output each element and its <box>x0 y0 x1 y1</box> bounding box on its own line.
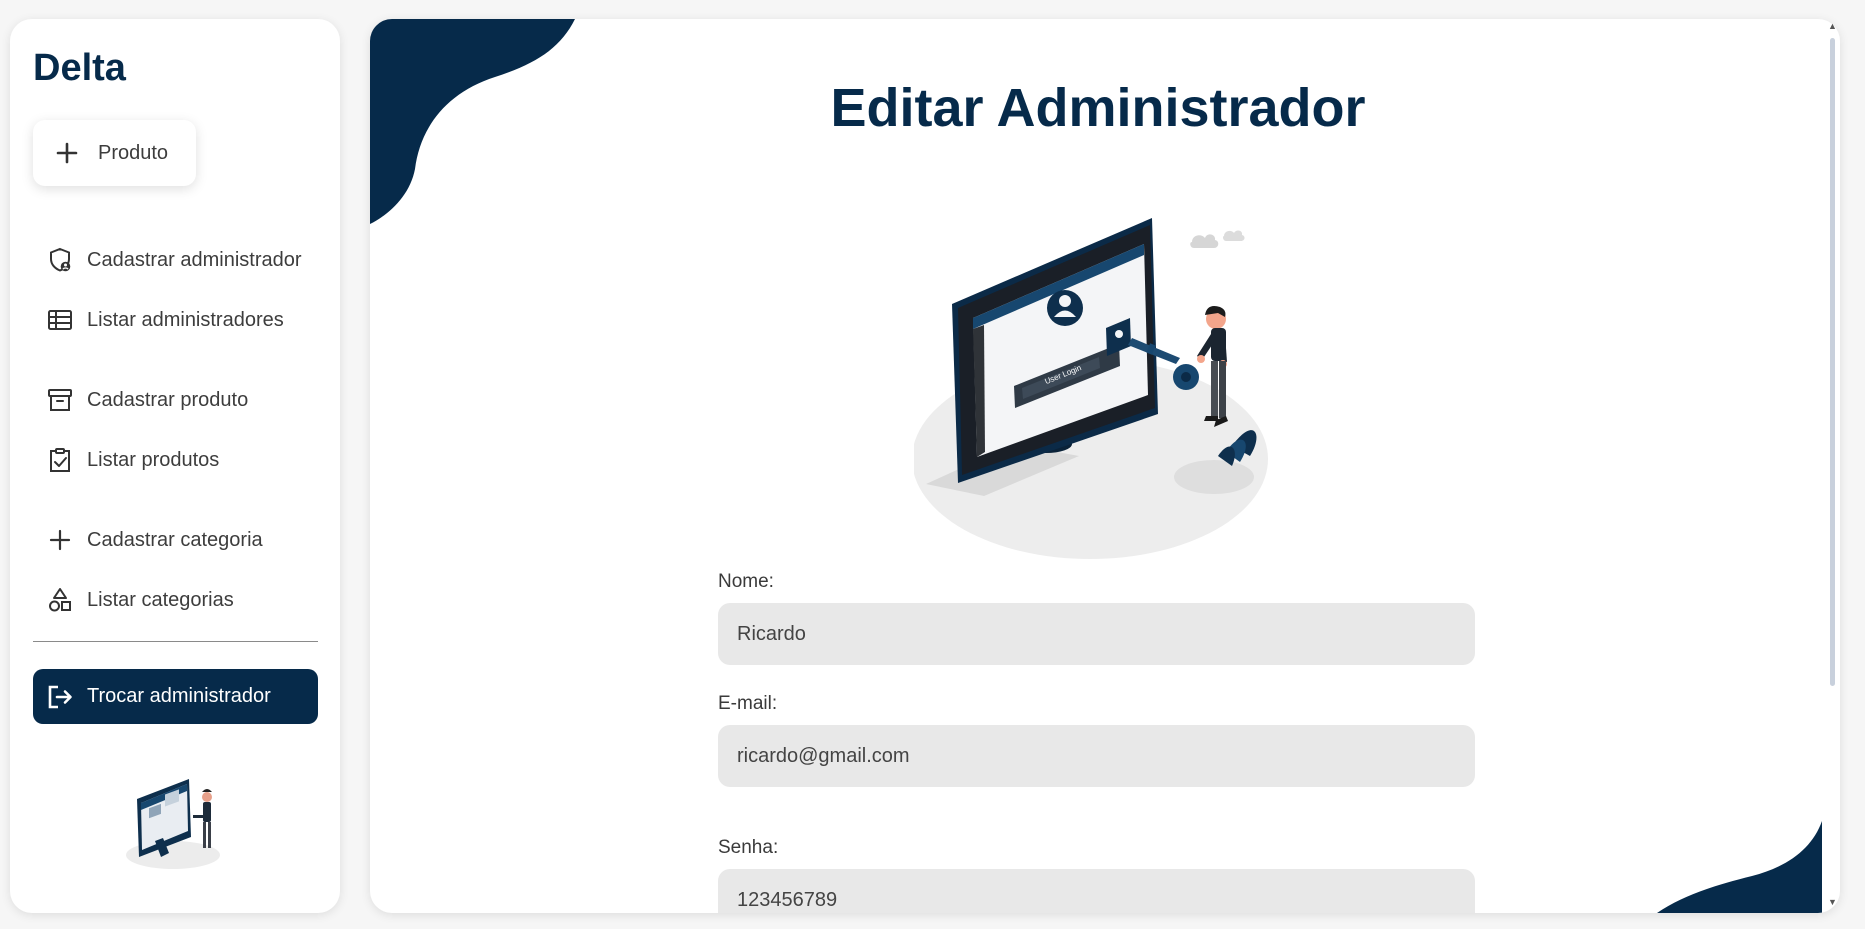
switch-admin-button[interactable]: Trocar administrador <box>33 669 318 724</box>
page-title: Editar Administrador <box>830 78 1366 138</box>
sidebar-item-listar-administradores[interactable]: Listar administradores <box>45 302 284 338</box>
name-field[interactable] <box>718 603 1475 665</box>
add-product-button[interactable]: Produto <box>33 120 196 186</box>
switch-admin-label: Trocar administrador <box>87 685 271 707</box>
name-label: Nome: <box>718 571 774 592</box>
scroll-down-icon[interactable]: ▼ <box>1828 897 1837 907</box>
brand-title: Delta <box>33 47 126 89</box>
scroll-up-icon[interactable]: ▲ <box>1828 21 1837 31</box>
sidebar-item-cadastrar-administrador[interactable]: Cadastrar administrador <box>45 242 302 278</box>
sidebar-item-listar-categorias[interactable]: Listar categorias <box>45 582 234 618</box>
archive-box-icon <box>45 385 75 415</box>
sidebar-item-label: Cadastrar produto <box>87 388 249 411</box>
shield-icon <box>45 245 75 275</box>
sidebar: Delta Produto Cadastrar administrador Li… <box>10 19 340 913</box>
sidebar-item-label: Listar produtos <box>87 448 220 471</box>
sidebar-item-label: Listar administradores <box>87 308 284 331</box>
sidebar-item-label: Cadastrar administrador <box>87 248 302 271</box>
shapes-icon <box>45 585 75 615</box>
hero-illustration: User Login <box>912 194 1284 569</box>
email-field[interactable] <box>718 725 1475 787</box>
plus-icon <box>45 525 75 555</box>
email-label: E-mail: <box>718 693 778 714</box>
main-panel: Editar Administrador User Login Nome: Ri… <box>370 19 1840 913</box>
scrollbar-thumb[interactable] <box>1830 38 1835 686</box>
scrollbar[interactable]: ▲ ▼ <box>1825 19 1840 913</box>
add-product-label: Produto <box>98 141 169 164</box>
sidebar-item-listar-produtos[interactable]: Listar produtos <box>45 442 219 478</box>
table-list-icon <box>45 305 75 335</box>
clipboard-check-icon <box>45 445 75 475</box>
password-field[interactable] <box>718 869 1475 913</box>
plus-icon <box>56 142 78 164</box>
password-label: Senha: <box>718 837 779 858</box>
decorative-blob-bottom <box>1657 821 1822 913</box>
sidebar-item-cadastrar-categoria[interactable]: Cadastrar categoria <box>45 522 263 558</box>
sidebar-item-cadastrar-produto[interactable]: Cadastrar produto <box>45 382 248 418</box>
sidebar-divider <box>33 641 318 642</box>
logout-icon <box>45 682 75 712</box>
sidebar-item-label: Cadastrar categoria <box>87 528 263 551</box>
sidebar-item-label: Listar categorias <box>87 588 234 611</box>
sidebar-illustration <box>125 771 225 876</box>
